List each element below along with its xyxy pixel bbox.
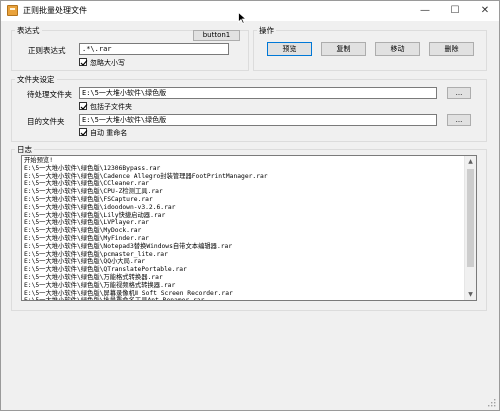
scroll-down-arrow-icon[interactable]: ▼ — [465, 289, 476, 300]
mouse-cursor-icon — [238, 12, 247, 24]
preview-button[interactable]: 预览 — [267, 42, 312, 56]
log-line: E:\5一大堆小软件\绿色版\万能格式转换器.rar — [24, 273, 163, 281]
move-button[interactable]: 移动 — [375, 42, 420, 56]
log-line: E:\5一大堆小软件\绿色版\FSCapture.rar — [24, 195, 153, 203]
scroll-up-arrow-icon[interactable]: ▲ — [465, 156, 476, 167]
log-line: E:\5一大堆小软件\绿色版\MyFinder.rar — [24, 234, 149, 242]
checkmark-icon — [79, 58, 88, 66]
app-icon — [7, 5, 18, 16]
source-folder-label: 待处理文件夹 — [27, 90, 72, 99]
log-line: E:\5一大堆小软件\绿色版\万能视频格式转换器.rar — [24, 281, 176, 289]
actions-group-title: 操作 — [257, 25, 276, 36]
log-line: E:\5一大堆小软件\绿色版\QTranslatePortable.rar — [24, 266, 187, 274]
log-line: E:\5一大堆小软件\绿色版\MyDock.rar — [24, 227, 142, 235]
minimize-button[interactable]: — — [411, 1, 439, 20]
ignore-case-checkbox[interactable]: 忽略大小写 — [79, 58, 125, 67]
folders-group-title: 文件夹设定 — [15, 74, 57, 85]
test-button[interactable]: button1 — [193, 30, 240, 41]
regex-label: 正则表达式 — [28, 46, 66, 55]
log-lines: 开始预览! E:\5一大堆小软件\绿色版\12306Bypass.rar E:\5一… — [24, 157, 464, 301]
log-line: E:\5一大堆小软件\绿色版\批量重命名工具Ant Renamer.rar — [24, 297, 205, 301]
close-button[interactable]: ✕ — [471, 1, 499, 20]
ignore-case-label: 忽略大小写 — [90, 59, 125, 67]
log-line: E:\5一大堆小软件\绿色版\LVPlayer.rar — [24, 219, 149, 227]
regex-group-title: 表达式 — [15, 25, 42, 36]
checkmark-icon — [79, 128, 88, 136]
window-title: 正则批量处理文件 — [23, 6, 87, 15]
log-line: E:\5一大堆小软件\绿色版\12306Bypass.rar — [24, 164, 161, 172]
log-group-title: 日志 — [15, 144, 34, 155]
log-line: E:\5一大堆小软件\绿色版\Notepad3替换Windows自带文本编辑器.… — [24, 242, 233, 250]
checkmark-icon — [79, 102, 88, 110]
main-window: 正则批量处理文件 — ☐ ✕ 表达式 button1 正则表达式 .*\.rar… — [0, 0, 500, 411]
resize-grip-icon[interactable] — [487, 398, 496, 407]
title-bar[interactable]: 正则批量处理文件 — ☐ ✕ — [1, 1, 499, 21]
log-line: E:\5一大堆小软件\绿色版\CPU-Z检测工具.rar — [24, 188, 163, 196]
include-subfolders-label: 包括子文件夹 — [90, 103, 132, 111]
maximize-button[interactable]: ☐ — [441, 1, 469, 20]
source-browse-button[interactable]: ... — [447, 87, 471, 99]
log-scrollbar[interactable]: ▲ ▼ — [464, 156, 476, 300]
log-line: E:\5一大堆小软件\绿色版\QQ小大局.rar — [24, 258, 146, 266]
source-folder-input[interactable]: E:\5一大堆小软件\绿色版 — [79, 87, 437, 99]
log-textarea[interactable]: 开始预览! E:\5一大堆小软件\绿色版\12306Bypass.rar E:\5一… — [21, 155, 477, 301]
auto-rename-checkbox[interactable]: 自动 重命名 — [79, 128, 127, 137]
delete-button[interactable]: 删除 — [429, 42, 474, 56]
log-line: E:\5一大堆小软件\绿色版\idoodown-v3.2.6.rar — [24, 203, 176, 211]
target-browse-button[interactable]: ... — [447, 114, 471, 126]
include-subfolders-checkbox[interactable]: 包括子文件夹 — [79, 102, 132, 111]
target-folder-label: 目的文件夹 — [27, 117, 65, 126]
auto-rename-label: 自动 重命名 — [90, 129, 128, 137]
scroll-thumb[interactable] — [467, 169, 474, 267]
log-line: 开始预览! — [24, 157, 53, 164]
copy-button[interactable]: 复制 — [321, 42, 366, 56]
regex-input[interactable]: .*\.rar — [79, 43, 229, 55]
target-folder-input[interactable]: E:\5一大堆小软件\绿色版 — [79, 114, 437, 126]
